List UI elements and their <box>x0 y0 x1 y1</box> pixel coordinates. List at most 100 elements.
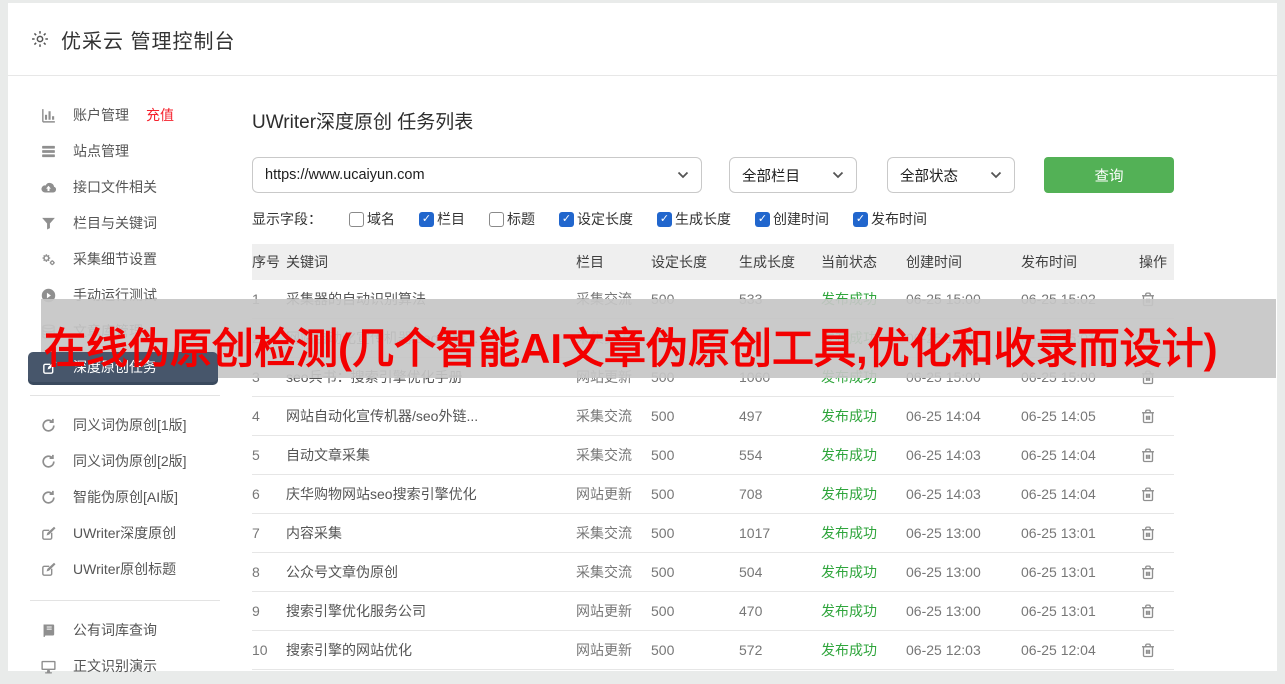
cell-keyword: 内容采集 <box>286 525 342 541</box>
column-header: 发布时间 <box>1021 254 1077 270</box>
sidebar-item[interactable]: 正文识别演示 <box>8 648 220 684</box>
sidebar-item-label: 公有词库查询 <box>73 622 157 638</box>
trash-icon[interactable] <box>1139 602 1157 621</box>
cell-gen-length: 708 <box>739 486 763 502</box>
sidebar-item[interactable]: 接口文件相关 <box>8 169 220 205</box>
cell-status: 发布成功 <box>821 564 877 580</box>
field-checkbox[interactable]: 标题 <box>489 209 535 229</box>
chevron-down-icon <box>677 171 689 179</box>
table-row: 5 自动文章采集 采集交流 500 554 发布成功 06-25 14:03 06-25 14… <box>252 436 1174 475</box>
table-row: 4 网站自动化宣传机器/seo外链... 采集交流 500 497 发布成功 06-25 1… <box>252 397 1174 436</box>
trash-icon[interactable] <box>1139 485 1157 504</box>
sidebar-item-label: 站点管理 <box>73 143 129 159</box>
field-checkbox[interactable]: ✓ 栏目 <box>419 209 465 229</box>
checkbox-checked-icon[interactable]: ✓ <box>419 211 434 227</box>
cell-column: 网站更新 <box>576 603 632 619</box>
cell-set-length: 500 <box>651 525 675 541</box>
field-checkbox-label: 创建时间 <box>773 211 829 227</box>
cell-column: 采集交流 <box>576 408 632 424</box>
sidebar-item-label: 同义词伪原创[1版] <box>73 417 187 433</box>
cell-created: 06-25 13:00 <box>906 525 981 541</box>
cell-gen-length: 572 <box>739 642 763 658</box>
sidebar-item-label: 智能伪原创[AI版] <box>73 489 179 505</box>
sidebar-item-label: 正文识别演示 <box>73 658 157 674</box>
sidebar-item[interactable]: 栏目与关键词 <box>8 205 220 241</box>
cell-status: 发布成功 <box>821 603 877 619</box>
cell-created: 06-25 12:03 <box>906 642 981 658</box>
sidebar-item[interactable]: 同义词伪原创[2版] <box>8 443 220 479</box>
field-checkbox[interactable]: 域名 <box>349 209 395 229</box>
sidebar-item[interactable]: 账户管理 充值 <box>8 97 220 133</box>
sidebar-item-label: 同义词伪原创[2版] <box>73 453 187 469</box>
cell-keyword: 搜索引擎优化服务公司 <box>286 603 426 619</box>
checkbox-checked-icon[interactable]: ✓ <box>755 211 770 227</box>
edit-icon <box>40 561 57 578</box>
cell-set-length: 500 <box>651 642 675 658</box>
checkbox-unchecked-icon[interactable] <box>489 211 504 227</box>
trash-icon[interactable] <box>1139 563 1157 582</box>
cell-published: 06-25 13:01 <box>1021 603 1096 619</box>
filter-bar: https://www.ucaiyun.com 全部栏目 全部状态 查询 <box>252 157 1277 193</box>
checkbox-checked-icon[interactable]: ✓ <box>853 211 868 227</box>
sidebar-item-label: 接口文件相关 <box>73 179 157 195</box>
edit-icon <box>40 525 57 542</box>
cell-set-length: 500 <box>651 447 675 463</box>
cell-published: 06-25 12:04 <box>1021 642 1096 658</box>
sidebar-item[interactable]: 同义词伪原创[1版] <box>8 407 220 443</box>
column-header: 设定长度 <box>651 254 707 270</box>
cell-column: 网站更新 <box>576 642 632 658</box>
field-checkbox[interactable]: ✓ 创建时间 <box>755 209 829 229</box>
refresh-icon <box>40 453 57 470</box>
trash-icon[interactable] <box>1139 446 1157 465</box>
sidebar-item[interactable]: 站点管理 <box>8 133 220 169</box>
column-header: 当前状态 <box>821 254 877 270</box>
checkbox-unchecked-icon[interactable] <box>349 211 364 227</box>
fields-label: 显示字段： <box>252 211 322 227</box>
cell-keyword: 公众号文章伪原创 <box>286 564 398 580</box>
trash-icon[interactable] <box>1139 524 1157 543</box>
column-select[interactable]: 全部栏目 <box>729 157 857 193</box>
cell-published: 06-25 14:05 <box>1021 408 1096 424</box>
sidebar-item-label: 账户管理 <box>73 107 129 123</box>
sidebar-item-label: 采集细节设置 <box>73 251 157 267</box>
status-select[interactable]: 全部状态 <box>887 157 1015 193</box>
monitor-icon <box>40 658 57 675</box>
checkbox-checked-icon[interactable]: ✓ <box>559 211 574 227</box>
cell-column: 采集交流 <box>576 564 632 580</box>
column-header: 序号 <box>252 254 280 270</box>
field-checkbox[interactable]: ✓ 发布时间 <box>853 209 927 229</box>
cell-status: 发布成功 <box>821 642 877 658</box>
column-header: 栏目 <box>576 254 604 270</box>
sidebar-item[interactable]: 采集细节设置 <box>8 241 220 277</box>
table-row: 8 公众号文章伪原创 采集交流 500 504 发布成功 06-25 13:00 06-25 … <box>252 553 1174 592</box>
sidebar-item[interactable]: 智能伪原创[AI版] <box>8 479 220 515</box>
cell-created: 06-25 14:03 <box>906 486 981 502</box>
cell-status: 发布成功 <box>821 408 877 424</box>
recharge-badge[interactable]: 充值 <box>146 105 174 125</box>
cell-published: 06-25 13:01 <box>1021 564 1096 580</box>
field-checkbox-label: 栏目 <box>437 211 465 227</box>
cell-created: 06-25 13:00 <box>906 564 981 580</box>
app-window: 优采云 管理控制台 账户管理 充值 站点管理 接口文件相关 栏目与关键词 采集细节设置 手动… <box>8 3 1277 674</box>
cell-gen-length: 554 <box>739 447 763 463</box>
field-checkbox[interactable]: ✓ 生成长度 <box>657 209 731 229</box>
column-header: 生成长度 <box>739 254 795 270</box>
sidebar-item[interactable]: 公有词库查询 <box>8 612 220 648</box>
cloud-upload-icon <box>40 179 57 196</box>
cell-no: 7 <box>252 525 260 541</box>
field-checkbox[interactable]: ✓ 设定长度 <box>559 209 633 229</box>
column-header: 关键词 <box>286 254 328 270</box>
trash-icon[interactable] <box>1139 407 1157 426</box>
gear-icon <box>30 29 50 49</box>
checkbox-checked-icon[interactable]: ✓ <box>657 211 672 227</box>
cell-no: 10 <box>252 642 268 658</box>
cell-status: 发布成功 <box>821 447 877 463</box>
search-button[interactable]: 查询 <box>1044 157 1174 193</box>
trash-icon[interactable] <box>1139 641 1157 660</box>
cell-no: 5 <box>252 447 260 463</box>
sidebar-item[interactable]: UWriter深度原创 <box>8 515 220 551</box>
sidebar-item[interactable]: UWriter原创标题 <box>8 551 220 587</box>
site-select[interactable]: https://www.ucaiyun.com <box>252 157 702 193</box>
cell-created: 06-25 14:04 <box>906 408 981 424</box>
table-row: 7 内容采集 采集交流 500 1017 发布成功 06-25 13:00 06-25 13:… <box>252 514 1174 553</box>
